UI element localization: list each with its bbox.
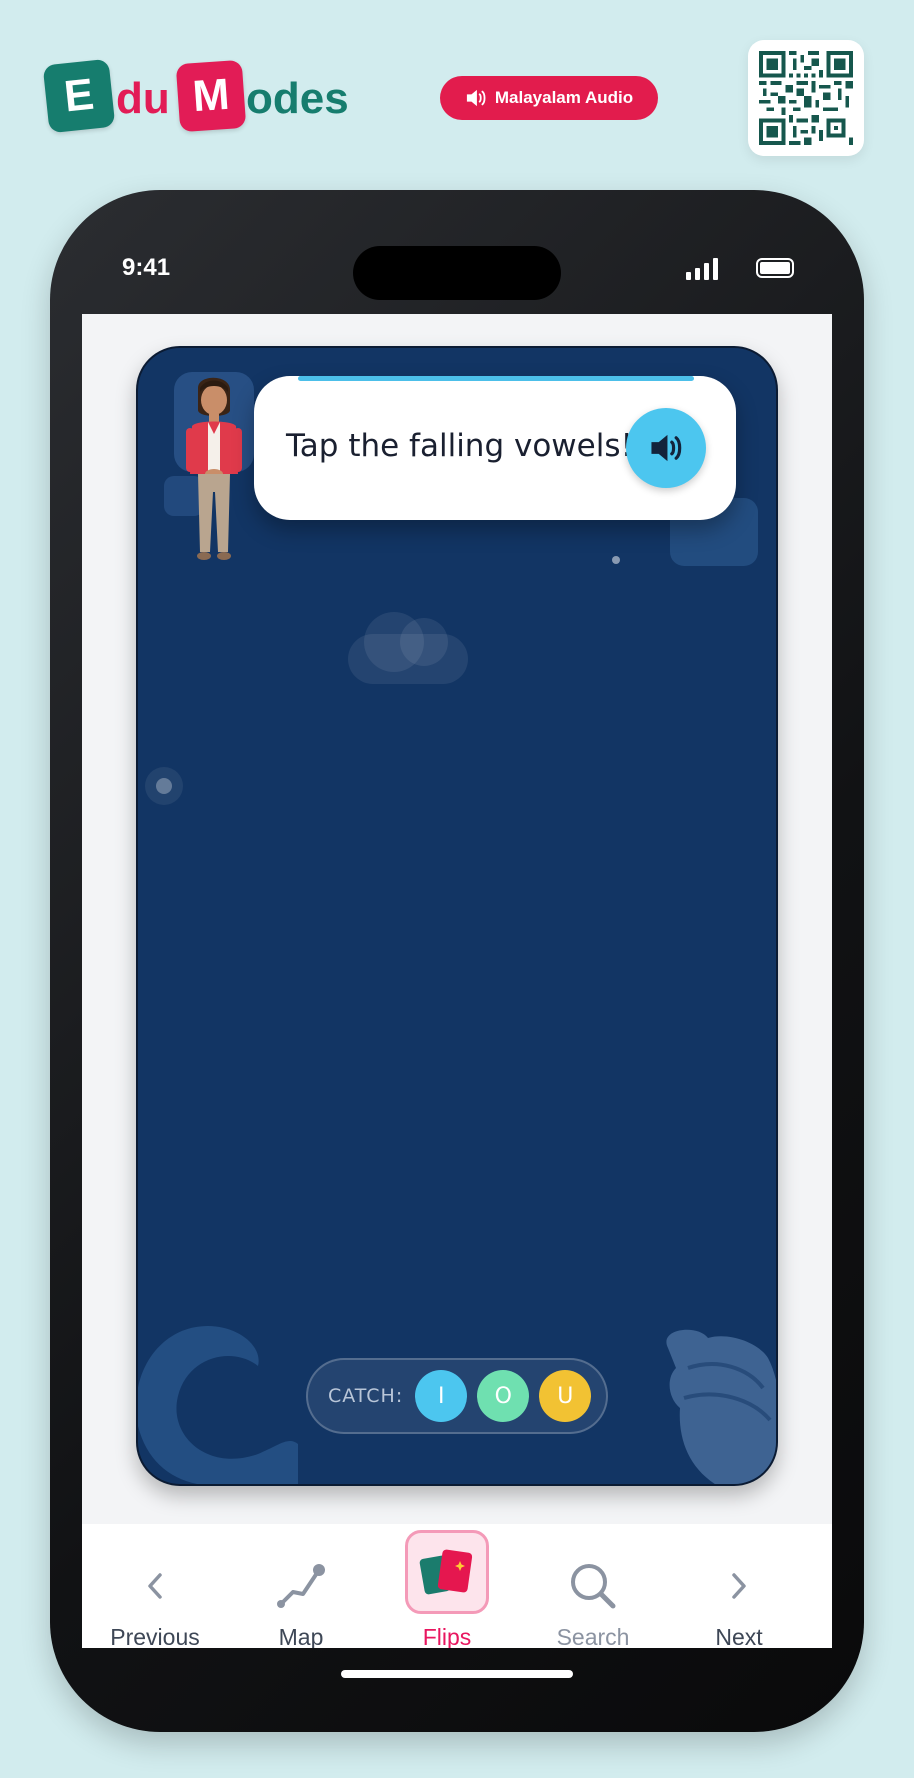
battery-icon [756,258,794,278]
malayalam-audio-button[interactable]: Malayalam Audio [440,76,658,120]
nav-flips-label: Flips [422,1624,472,1648]
signal-icon [686,258,718,280]
speaker-icon [651,434,682,462]
cloud-icon [348,612,468,684]
home-indicator [341,1670,573,1678]
bottom-nav: Previous Map Flips Search Next [82,1524,832,1648]
swirl-shape-icon [138,1326,298,1484]
map-route-icon [259,1544,343,1628]
logo-tile-m: M [175,59,247,133]
catch-label: CATCH: [328,1385,404,1407]
dot-icon [145,767,183,805]
nav-flips[interactable]: Flips [374,1524,520,1648]
star-dot-icon [612,556,620,564]
nav-previous-label: Previous [110,1624,200,1648]
vowel-badge-u[interactable]: U [539,1370,592,1422]
catch-targets: CATCH: I O U [306,1358,608,1434]
nav-map[interactable]: Map [228,1524,374,1648]
seashell-icon [666,1329,776,1484]
search-icon [551,1544,635,1628]
nav-map-label: Map [278,1624,324,1648]
chevron-left-icon [113,1544,197,1628]
nav-next[interactable]: Next [666,1524,812,1648]
app-screen: Tap the falling vowels! CATCH: I O U Pre… [82,314,832,1648]
logo-text-du: du [116,74,170,123]
vowel-badge-o[interactable]: O [477,1370,530,1422]
game-area[interactable]: Tap the falling vowels! CATCH: I O U [136,346,778,1486]
logo-tile-e: E [42,58,116,134]
nav-next-label: Next [715,1624,763,1648]
nav-search-label: Search [556,1624,630,1648]
flips-icon-wrap [405,1530,489,1614]
teacher-avatar [186,377,242,560]
nav-previous[interactable]: Previous [82,1524,228,1648]
edumodes-logo: E du M odes [42,58,356,136]
vowel-badge-i[interactable]: I [415,1370,468,1422]
logo-text-odes: odes [246,74,349,123]
progress-bar [298,376,694,381]
chevron-right-icon [697,1544,781,1628]
instruction-text: Tap the falling vowels! [286,428,633,464]
play-audio-button[interactable] [626,408,706,488]
qr-code-icon [759,51,853,145]
nav-search[interactable]: Search [520,1524,666,1648]
malayalam-audio-label: Malayalam Audio [494,88,634,107]
speaker-icon [466,89,486,107]
status-time: 9:41 [122,254,171,281]
instruction-bubble: Tap the falling vowels! [254,376,736,520]
qr-code [748,40,864,156]
phone-frame: 9:41 Tap the falling vowels! CATCH: I O … [50,190,864,1732]
flip-cards-icon [405,1530,489,1614]
dynamic-island [353,246,561,300]
